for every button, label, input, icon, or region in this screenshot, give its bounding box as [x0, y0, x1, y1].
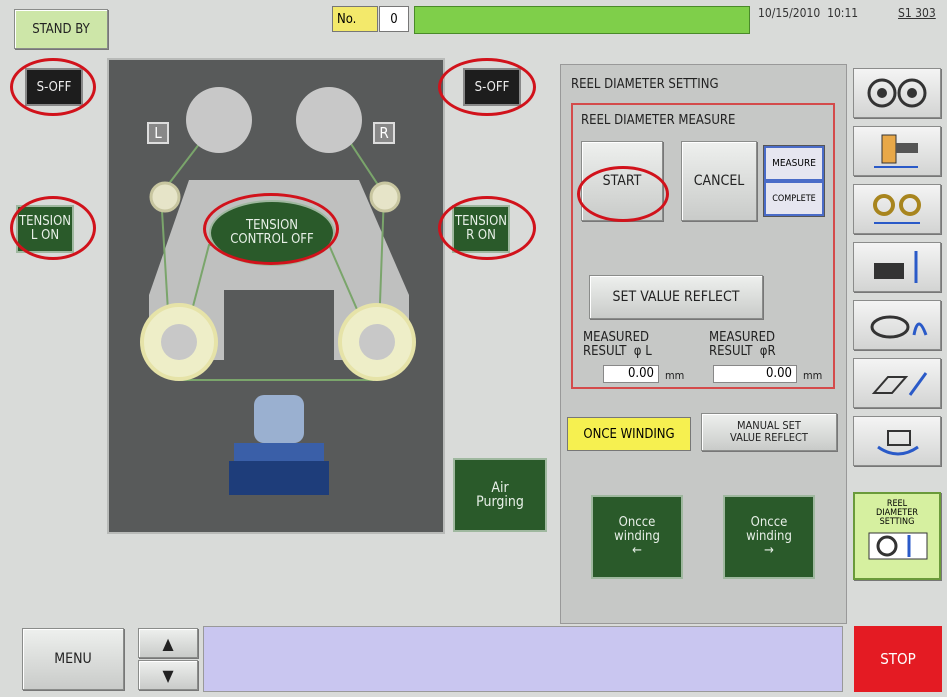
stop-button[interactable]: STOP — [854, 626, 942, 692]
once-winding-left-button[interactable]: Oncce winding ← — [591, 495, 683, 579]
result-right-unit: mm — [803, 369, 823, 382]
frame-cutout — [224, 290, 334, 360]
tension-left-button[interactable]: TENSION L ON — [16, 205, 74, 253]
set-value-reflect-button[interactable]: SET VALUE REFLECT — [589, 275, 763, 319]
station-code: S1 303 — [898, 6, 936, 20]
up-arrow-icon: ▲ — [162, 633, 174, 653]
reel-setting-title: REEL DIAMETER SETTING — [571, 77, 719, 92]
tension-right-button[interactable]: TENSION R ON — [452, 205, 510, 253]
datetime-display: 10/15/2010 10:11 — [758, 6, 859, 20]
sidebar-height-button[interactable] — [853, 242, 941, 292]
result-left-label: MEASURED RESULT φ L — [583, 330, 652, 359]
sidebar-belt-button[interactable] — [853, 300, 941, 350]
scroll-up-button[interactable]: ▲ — [138, 628, 198, 658]
air-purging-button[interactable]: Air Purging — [453, 458, 547, 532]
result-left-value: 0.00 — [603, 365, 659, 383]
number-label: No. — [332, 6, 378, 32]
measure-indicator: MEASURE — [764, 146, 824, 181]
top-reel-right — [296, 87, 362, 153]
reel-diameter-icon — [868, 532, 928, 560]
sidebar-reels-button[interactable] — [853, 68, 941, 118]
scroll-down-button[interactable]: ▼ — [138, 660, 198, 690]
guide-roller-left — [149, 181, 181, 213]
left-label: L — [147, 122, 169, 144]
status-progress-bar — [414, 6, 750, 34]
top-reel-left — [186, 87, 252, 153]
machine-diagram-panel: L R TENSION CONTROL OFF — [107, 58, 445, 534]
status-mode-indicator: STAND BY — [14, 9, 108, 49]
result-right-label: MEASURED RESULT φR — [709, 330, 776, 359]
belt-icon — [870, 315, 928, 339]
reel-setting-panel: REEL DIAMETER SETTING REEL DIAMETER MEAS… — [560, 64, 847, 624]
reel-diameter-setting-label: REEL DIAMETER SETTING — [876, 499, 918, 527]
shaft-adjust-icon — [874, 134, 918, 168]
guide-roller-right — [369, 181, 401, 213]
reel-spacing-icon — [873, 194, 921, 224]
once-winding-tab[interactable]: ONCE WINDING — [567, 417, 691, 451]
cancel-button[interactable]: CANCEL — [681, 141, 757, 221]
right-label: R — [373, 122, 395, 144]
once-winding-right-button[interactable]: Oncce winding → — [723, 495, 815, 579]
tension-control-button[interactable]: TENSION CONTROL OFF — [209, 200, 335, 266]
sidebar-shaft-button[interactable] — [853, 126, 941, 176]
left-s-off-button[interactable]: S-OFF — [25, 68, 83, 106]
measure-status-box: MEASURE COMPLETE — [763, 145, 825, 217]
start-button[interactable]: START — [581, 141, 663, 221]
message-bar — [203, 626, 843, 692]
number-value: 0 — [379, 6, 409, 32]
stage-icon — [234, 443, 324, 461]
stage-base-icon — [229, 461, 329, 495]
result-right-value: 0.00 — [713, 365, 797, 383]
rotate-icon — [877, 430, 919, 456]
tilt-icon — [871, 372, 928, 396]
menu-button[interactable]: MENU — [22, 628, 124, 690]
status-mode-text: STAND BY — [32, 21, 90, 37]
result-left-unit: mm — [665, 369, 685, 382]
sidebar-tilt-button[interactable] — [853, 358, 941, 408]
right-s-off-button[interactable]: S-OFF — [463, 68, 521, 106]
twin-reels-icon — [867, 78, 927, 108]
complete-indicator: COMPLETE — [764, 181, 824, 216]
sidebar-rotate-button[interactable] — [853, 416, 941, 466]
nozzle-icon — [254, 395, 304, 443]
reel-measure-title: REEL DIAMETER MEASURE — [581, 113, 736, 128]
manual-set-value-reflect-tab[interactable]: MANUAL SET VALUE REFLECT — [701, 413, 837, 451]
down-arrow-icon: ▼ — [162, 665, 174, 685]
height-adjust-icon — [874, 251, 918, 283]
sidebar-reel-spacing-button[interactable] — [853, 184, 941, 234]
sidebar-reel-diameter-setting-button[interactable]: REEL DIAMETER SETTING — [853, 492, 941, 580]
reel-measure-box: REEL DIAMETER MEASURE START CANCEL MEASU… — [571, 103, 835, 389]
